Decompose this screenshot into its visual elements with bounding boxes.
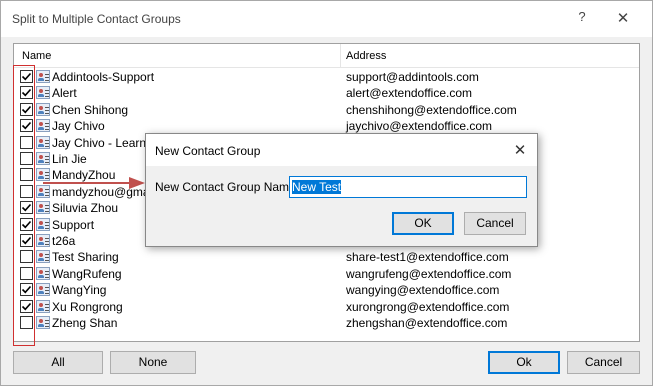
dialog-title-bar: New Contact Group ✕: [146, 134, 537, 166]
table-row[interactable]: Addintools-Support support@addintools.com: [14, 69, 639, 86]
contact-card-icon: [36, 266, 50, 280]
contact-address: xurongrong@extendoffice.com: [346, 299, 510, 314]
contact-name: WangYing: [52, 283, 107, 298]
table-row[interactable]: WangYing wangying@extendoffice.com: [14, 282, 639, 299]
none-button[interactable]: None: [110, 351, 196, 374]
close-icon[interactable]: ✕: [614, 9, 632, 27]
contact-card-icon: [36, 119, 50, 133]
column-header-address[interactable]: Address: [346, 50, 386, 62]
cancel-button[interactable]: Cancel: [567, 351, 640, 374]
contact-name: Zheng Shan: [52, 316, 118, 330]
contact-card-icon: [36, 102, 50, 116]
contact-name: WangRufeng: [52, 266, 122, 281]
dialog-close-icon[interactable]: ✕: [512, 141, 528, 159]
contact-address: jaychivo@extendoffice.com: [346, 119, 493, 134]
table-row[interactable]: Xu Rongrong xurongrong@extendoffice.com: [14, 299, 639, 316]
contact-address: wangying@extendoffice.com: [346, 283, 500, 298]
contact-name: Lin Jie: [52, 152, 87, 166]
dialog-title: New Contact Group: [155, 144, 261, 158]
window-title: Split to Multiple Contact Groups: [12, 12, 181, 26]
contact-address: zhengshan@extendoffice.com: [346, 316, 508, 330]
dialog-ok-button[interactable]: OK: [392, 212, 454, 235]
table-row[interactable]: Test Sharing share-test1@extendoffice.com: [14, 249, 639, 266]
contact-card-icon: [36, 299, 50, 313]
contact-name: Alert: [52, 86, 77, 101]
contact-card-icon: [36, 70, 50, 83]
group-name-input[interactable]: New Test: [289, 176, 527, 198]
contact-name: Siluvia Zhou: [52, 201, 119, 216]
contact-card-icon: [36, 86, 50, 100]
ok-button[interactable]: Ok: [488, 351, 560, 374]
new-contact-group-dialog: New Contact Group ✕ New Contact Group Na…: [145, 133, 538, 247]
contact-card-icon: [36, 217, 50, 231]
contact-card-icon: [36, 135, 50, 149]
dialog-cancel-button[interactable]: Cancel: [464, 212, 526, 235]
contact-name: Jay Chivo: [52, 119, 105, 134]
arrow-icon: [43, 177, 145, 189]
group-name-value: New Test: [292, 180, 342, 194]
title-bar: Split to Multiple Contact Groups ? ✕: [1, 1, 652, 37]
contact-name: Chen Shihong: [52, 102, 129, 117]
contact-card-icon: [36, 234, 50, 247]
contact-address: chenshihong@extendoffice.com: [346, 102, 517, 117]
contact-address: wangrufeng@extendoffice.com: [346, 266, 512, 281]
contact-card-icon: [36, 152, 50, 165]
contact-name: t26a: [52, 234, 76, 248]
contact-address: alert@extendoffice.com: [346, 86, 473, 101]
contact-address: support@addintools.com: [346, 70, 479, 84]
contact-card-icon: [36, 316, 50, 329]
table-row[interactable]: Alert alert@extendoffice.com: [14, 85, 639, 102]
contact-card-icon: [36, 283, 50, 297]
column-header-name[interactable]: Name: [22, 50, 51, 62]
contact-name: Test Sharing: [52, 250, 119, 265]
table-row[interactable]: WangRufeng wangrufeng@extendoffice.com: [14, 266, 639, 283]
group-name-label: New Contact Group Name:: [155, 180, 300, 194]
contact-card-icon: [36, 201, 50, 215]
contact-address: share-test1@extendoffice.com: [346, 250, 509, 265]
contact-name: Xu Rongrong: [52, 299, 123, 314]
table-row[interactable]: Chen Shihong chenshihong@extendoffice.com: [14, 102, 639, 119]
all-button[interactable]: All: [13, 351, 103, 374]
table-row[interactable]: Zheng Shan zhengshan@extendoffice.com: [14, 315, 639, 332]
checkbox-highlight-box: [13, 65, 35, 346]
column-divider[interactable]: [340, 44, 341, 67]
contact-card-icon: [36, 250, 50, 264]
list-header: Name Address: [14, 44, 639, 68]
contact-name: Addintools-Support: [52, 70, 155, 84]
help-icon[interactable]: ?: [573, 9, 591, 27]
contact-name: Jay Chivo - LearnOf: [52, 135, 159, 150]
contact-name: Support: [52, 217, 95, 232]
